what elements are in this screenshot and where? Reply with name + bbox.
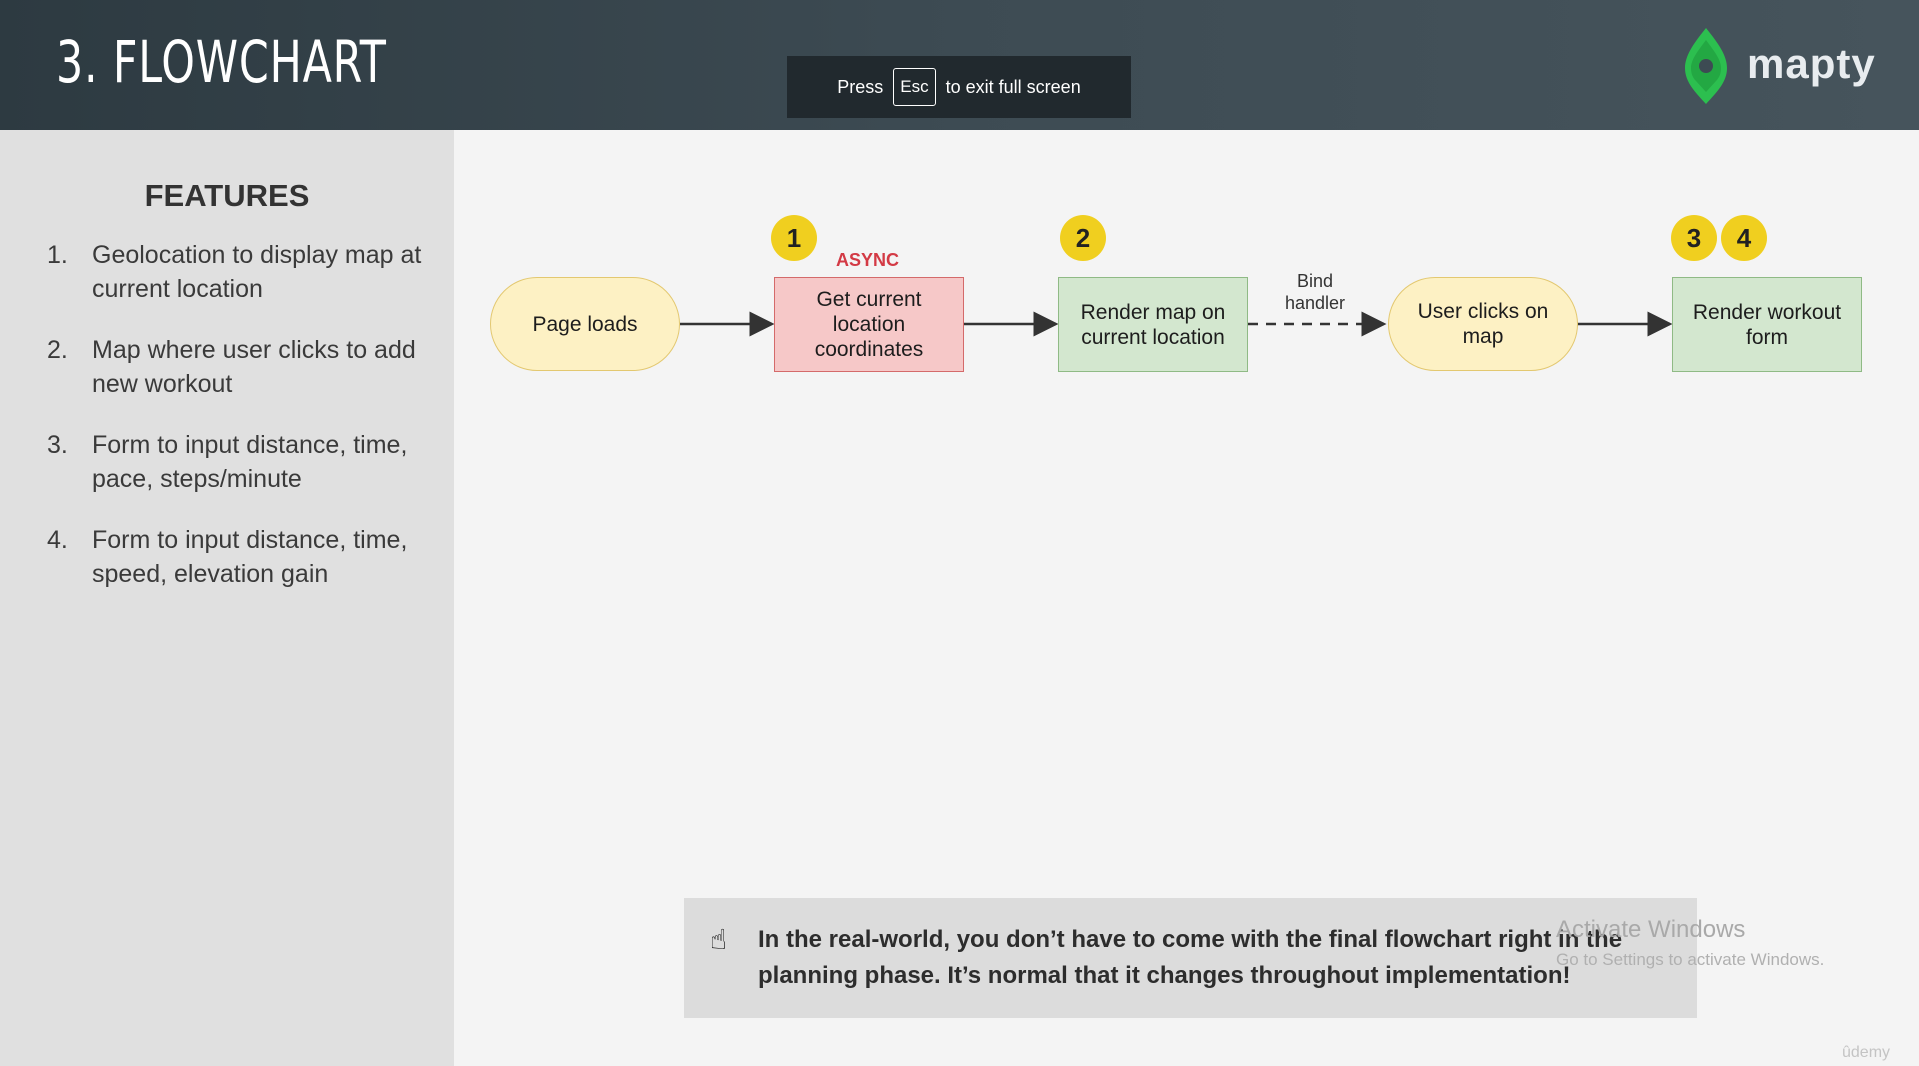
step-badge-1: 1: [771, 215, 817, 261]
edge-label-line1: Bind: [1296, 271, 1334, 291]
exit-fullscreen-banner: Press Esc to exit full screen: [787, 56, 1131, 118]
feature-number: 4.: [47, 526, 68, 554]
node-page-loads: Page loads: [490, 277, 680, 371]
bind-handler-label: Bind handler: [1270, 270, 1360, 314]
esc-prefix: Press: [837, 76, 884, 97]
slide-header: 3. FLOWCHART Press Esc to exit full scre…: [0, 0, 1919, 130]
features-sidebar: FEATURES 1. Geolocation to display map a…: [0, 130, 454, 1066]
edge-label-line2: handler: [1284, 293, 1346, 313]
feature-item: 2. Map where user clicks to add new work…: [47, 333, 442, 401]
features-heading: FEATURES: [144, 178, 310, 213]
node-render-form: Render workout form: [1672, 277, 1862, 372]
node-render-map: Render map on current location: [1058, 277, 1248, 372]
flowchart-diagram: Page loads Get current location coordina…: [454, 130, 1919, 730]
step-badge-3: 3: [1671, 215, 1717, 261]
feature-item: 4. Form to input distance, time, speed, …: [47, 523, 442, 591]
pointing-up-hand-icon: ☝: [710, 924, 728, 955]
esc-suffix: to exit full screen: [945, 76, 1081, 97]
udemy-watermark: ûdemy: [1842, 1044, 1891, 1061]
node-user-clicks: User clicks on map: [1388, 277, 1578, 371]
map-pin-icon: [1685, 28, 1727, 104]
activate-windows-title: Activate Windows: [1556, 916, 1746, 943]
note-text: In the real-world, you don’t have to com…: [758, 926, 1623, 989]
feature-item: 3. Form to input distance, time, pace, s…: [47, 428, 442, 496]
activate-windows-subtitle: Go to Settings to activate Windows.: [1556, 950, 1825, 969]
feature-item: 1. Geolocation to display map at current…: [47, 238, 442, 306]
step-badge-4: 4: [1721, 215, 1767, 261]
esc-key[interactable]: Esc: [893, 68, 936, 106]
mapty-logo: mapty: [1683, 26, 1876, 106]
feature-text: Map where user clicks to add new workout: [92, 336, 416, 398]
slide-title: 3. FLOWCHART: [56, 28, 387, 96]
feature-number: 2.: [47, 336, 68, 364]
logo-text: mapty: [1747, 40, 1876, 87]
step-badge-2: 2: [1060, 215, 1106, 261]
note-callout: ☝ In the real-world, you don’t have to c…: [684, 898, 1697, 1018]
feature-number: 1.: [47, 241, 68, 269]
feature-number: 3.: [47, 431, 68, 459]
feature-text: Form to input distance, time, pace, step…: [92, 431, 408, 493]
node-get-location: Get current location coordinates: [774, 277, 964, 372]
feature-list: 1. Geolocation to display map at current…: [47, 238, 442, 618]
feature-text: Form to input distance, time, speed, ele…: [92, 526, 408, 588]
feature-text: Geolocation to display map at current lo…: [92, 241, 422, 303]
async-label: ASYNC: [836, 250, 900, 270]
